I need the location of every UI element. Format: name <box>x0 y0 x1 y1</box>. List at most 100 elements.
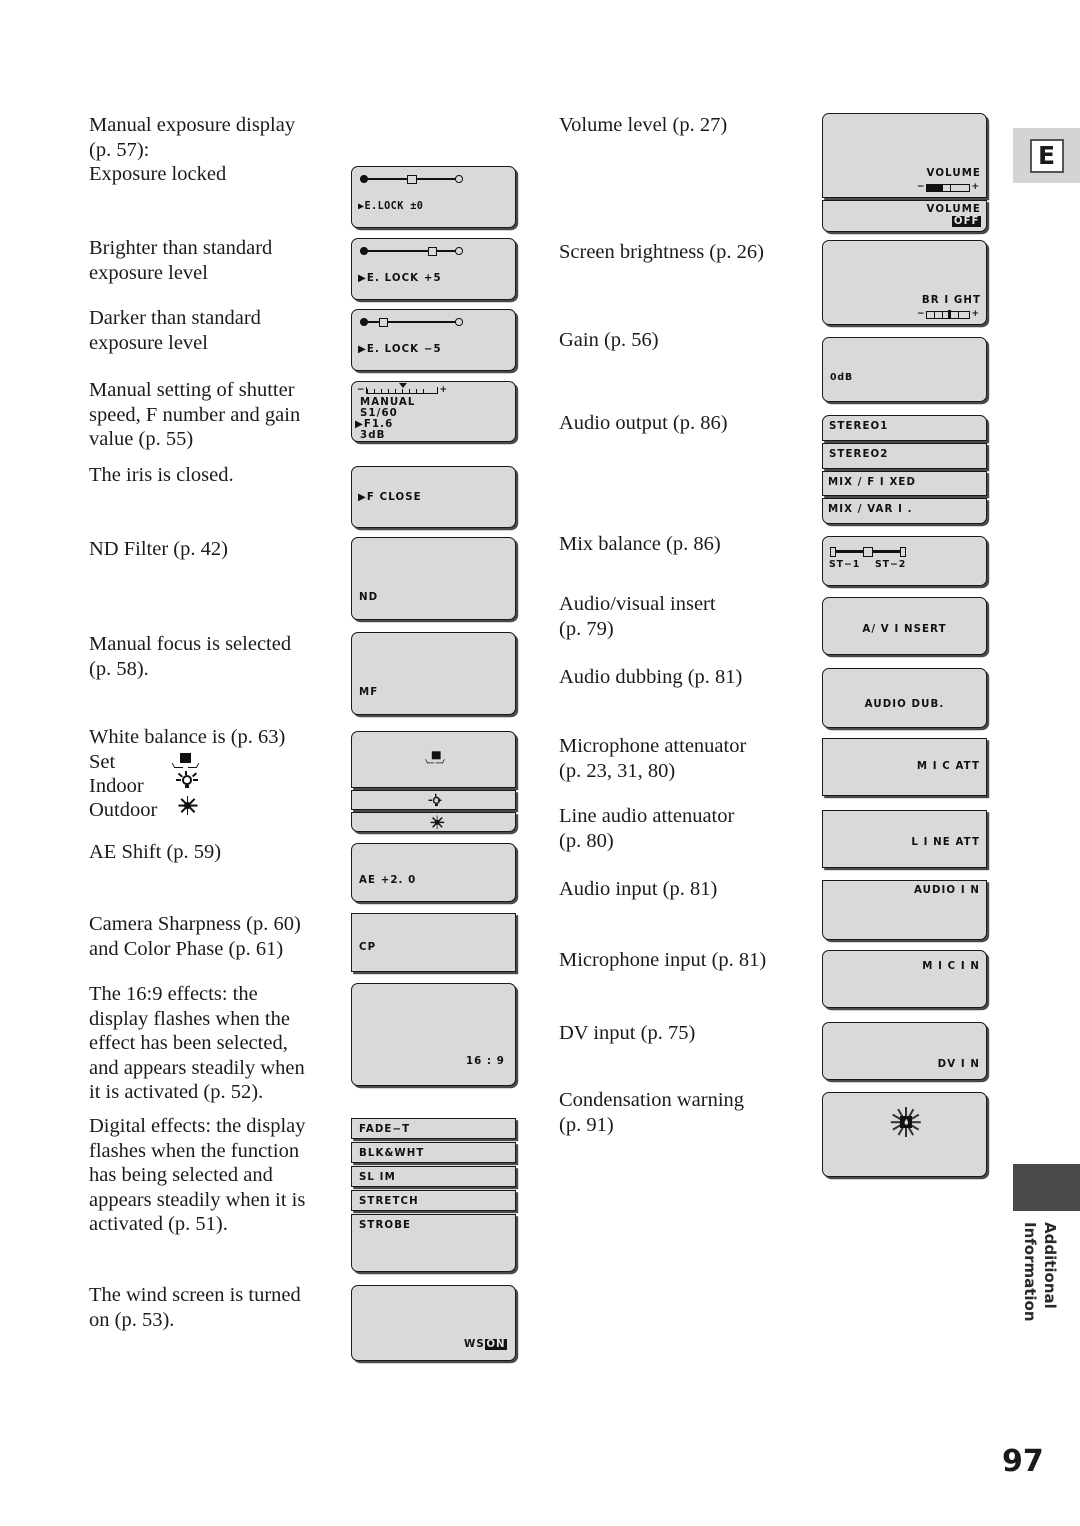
osd-volume-off-badge: OFF <box>952 216 981 227</box>
osd-wind-screen: WS ON <box>464 1339 507 1350</box>
left-entry-sharpness: Camera Sharpness (p. 60) and Color Phase… <box>89 913 301 960</box>
bright-minus-sign: − <box>917 309 925 319</box>
right-entry-line-attenuator: Line audio attenuator (p. 80) <box>559 805 735 852</box>
osd-stereo2: STEREO2 <box>829 449 889 460</box>
lcd-slim: SL IM <box>351 1166 516 1187</box>
brightness-cursor <box>948 310 951 319</box>
osd-wb-outdoor-icon <box>430 815 444 830</box>
right-entry-audio-output: Audio output (p. 86) <box>559 412 728 434</box>
lcd-mix-fixed: MIX / F I XED <box>822 471 987 496</box>
lcd-screen-brightness: BR I GHT − + <box>822 240 987 325</box>
osd-ae-shift: AE +2. 0 <box>359 875 417 886</box>
left-entry-wb-outdoor: Outdoor <box>89 799 158 821</box>
lcd-stereo2: STEREO2 <box>822 443 987 469</box>
osd-f-close: ▶F CLOSE <box>358 492 422 503</box>
osd-blk-wht: BLK&WHT <box>359 1148 425 1159</box>
wb-indoor-icon <box>176 771 198 792</box>
scale-minus-sign: − <box>357 385 365 395</box>
lcd-audio-in: AUDIO I N <box>822 880 987 940</box>
left-entry-nd-filter: ND Filter (p. 42) <box>89 538 228 560</box>
osd-strobe: STROBE <box>359 1220 412 1231</box>
left-entry-digital-effects: Digital effects: the display flashes whe… <box>89 1115 306 1236</box>
manual-page: Manual exposure display (p. 57): Exposur… <box>0 0 1080 1526</box>
lcd-nd-filter: ND <box>351 537 516 620</box>
osd-ws-prefix: WS <box>464 1339 485 1350</box>
left-entry-darker: Darker than standard exposure level <box>89 307 261 354</box>
osd-mic-in: M I C I N <box>922 961 980 972</box>
right-entry-audio-dubbing: Audio dubbing (p. 81) <box>559 666 743 688</box>
left-entry-ae-shift: AE Shift (p. 59) <box>89 841 222 863</box>
right-entry-mix-balance: Mix balance (p. 86) <box>559 533 721 555</box>
lcd-strobe: STROBE <box>351 1214 516 1272</box>
lcd-color-phase: CP <box>351 913 516 972</box>
lcd-dv-in: DV I N <box>822 1022 987 1080</box>
lcd-stretch: STRETCH <box>351 1190 516 1211</box>
brightness-level-bar: − + <box>917 309 981 320</box>
osd-audio-dub: AUDIO DUB. <box>864 699 945 710</box>
osd-av-insert: A/ V I NSERT <box>862 624 947 635</box>
osd-mix-vari: MIX / VAR I . <box>828 504 913 515</box>
lcd-wb-set <box>351 731 516 788</box>
osd-nd: ND <box>359 592 379 603</box>
manual-scale-bar: − + <box>357 382 453 397</box>
page-number: 97 <box>1002 1444 1044 1479</box>
osd-bright-label: BR I GHT <box>921 295 981 306</box>
osd-audio-in: AUDIO I N <box>913 885 980 896</box>
osd-color-phase: CP <box>359 942 377 953</box>
osd-fade-t: FADE−T <box>359 1124 411 1135</box>
lcd-condensation <box>822 1092 987 1177</box>
osd-dv-in: DV I N <box>937 1059 980 1070</box>
lcd-mic-in: M I C I N <box>822 950 987 1008</box>
osd-exposure-lock-zero: ▶E.LOCK ±0 <box>358 201 424 212</box>
scale-plus-sign: + <box>439 385 448 395</box>
osd-slim: SL IM <box>359 1172 396 1183</box>
exposure-slider-plus <box>360 245 463 257</box>
lcd-line-att: L I NE ATT <box>822 810 987 868</box>
right-entry-av-insert: Audio/visual insert (p. 79) <box>559 593 716 640</box>
side-dark-block <box>1013 1164 1080 1211</box>
right-entry-gain: Gain (p. 56) <box>559 329 659 351</box>
left-entry-manual-exposure: Manual exposure display (p. 57): Exposur… <box>89 114 296 186</box>
exposure-slider-zero <box>360 173 463 185</box>
lcd-gain: 0dB <box>822 337 987 402</box>
left-entry-manual-focus: Manual focus is selected (p. 58). <box>89 633 292 680</box>
osd-mic-att: M I C ATT <box>916 761 980 772</box>
lcd-stereo1: STEREO1 <box>822 415 987 441</box>
osd-volume-off-label: VOLUME <box>926 204 981 215</box>
lcd-wb-outdoor <box>351 812 516 832</box>
osd-ws-badge: ON <box>484 1339 507 1350</box>
left-entry-wb-set: Set <box>89 751 116 773</box>
osd-wb-set-icon <box>425 751 445 764</box>
osd-wb-indoor-icon <box>428 793 442 808</box>
scale-pointer <box>399 382 408 388</box>
right-entry-screen-brightness: Screen brightness (p. 26) <box>559 241 764 263</box>
lcd-f-close: ▶F CLOSE <box>351 466 516 528</box>
bright-plus-sign: + <box>971 309 980 319</box>
lcd-blk-wht: BLK&WHT <box>351 1142 516 1163</box>
osd-volume-label: VOLUME <box>926 168 981 179</box>
lcd-volume-level: VOLUME − + <box>822 113 987 198</box>
lcd-ae-shift: AE +2. 0 <box>351 843 516 902</box>
lcd-volume-off: VOLUME OFF <box>822 200 987 232</box>
left-entry-white-balance: White balance is (p. 63) <box>89 726 286 748</box>
right-entry-dv-input: DV input (p. 75) <box>559 1022 696 1044</box>
left-entry-wb-indoor: Indoor <box>89 775 144 797</box>
lcd-av-insert: A/ V I NSERT <box>822 597 987 655</box>
lcd-manual-setting: − + MANUAL S1/60 ▶F1.6 3dB <box>351 381 516 442</box>
osd-f-number: ▶F1.6 <box>355 419 394 430</box>
osd-st2-label: ST−2 <box>875 559 907 570</box>
left-entry-brighter: Brighter than standard exposure level <box>89 237 273 284</box>
side-label-line1: Additional <box>1040 1222 1059 1309</box>
volume-plus-sign: + <box>971 182 980 192</box>
left-entry-wind-screen: The wind screen is turned on (p. 53). <box>89 1284 301 1331</box>
lcd-mix-balance: ST−1 ST−2 <box>822 536 987 586</box>
osd-mf: MF <box>359 687 379 698</box>
osd-manual-label: MANUAL <box>360 397 416 408</box>
right-entry-mic-attenuator: Microphone attenuator (p. 23, 31, 80) <box>559 735 747 782</box>
right-entry-mic-input: Microphone input (p. 81) <box>559 949 767 971</box>
lcd-wb-indoor <box>351 790 516 810</box>
osd-wide-169: 16 : 9 <box>465 1056 505 1067</box>
side-label-line2: Information <box>1020 1222 1039 1322</box>
wb-set-icon <box>171 752 200 769</box>
wb-outdoor-icon <box>177 796 198 816</box>
